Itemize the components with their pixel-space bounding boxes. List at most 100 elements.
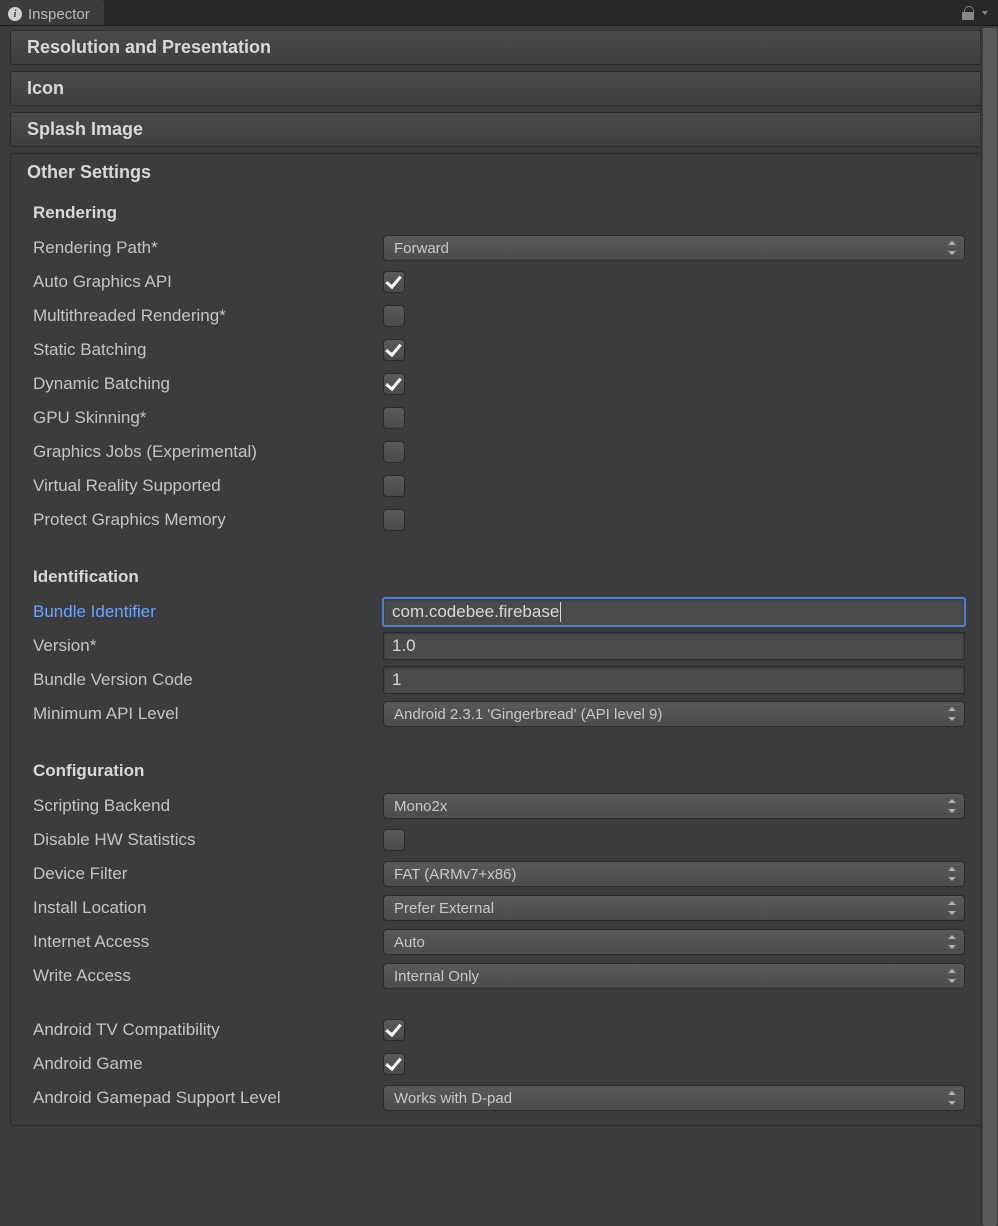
updown-icon xyxy=(948,901,956,915)
select-rendering-path[interactable]: Forward xyxy=(383,235,965,261)
row-auto-graphics-api: Auto Graphics API xyxy=(11,265,987,299)
label-disable-hw-statistics: Disable HW Statistics xyxy=(33,830,383,850)
label-install-location: Install Location xyxy=(33,898,383,918)
input-value: 1.0 xyxy=(392,636,416,656)
row-version: Version* 1.0 xyxy=(11,629,987,663)
label-rendering-path: Rendering Path* xyxy=(33,238,383,258)
select-value: Internal Only xyxy=(394,968,479,985)
section-resolution[interactable]: Resolution and Presentation xyxy=(10,30,988,65)
section-label: Resolution and Presentation xyxy=(27,37,271,57)
row-rendering-path: Rendering Path* Forward xyxy=(11,231,987,265)
section-label: Icon xyxy=(27,78,64,98)
select-internet-access[interactable]: Auto xyxy=(383,929,965,955)
row-dynamic-batching: Dynamic Batching xyxy=(11,367,987,401)
label-vr-supported: Virtual Reality Supported xyxy=(33,476,383,496)
label-auto-graphics-api: Auto Graphics API xyxy=(33,272,383,292)
updown-icon xyxy=(948,935,956,949)
panel-menu-icon[interactable] xyxy=(982,11,988,15)
row-minimum-api-level: Minimum API Level Android 2.3.1 'Gingerb… xyxy=(11,697,987,731)
label-android-tv-compatibility: Android TV Compatibility xyxy=(33,1020,383,1040)
select-value: Mono2x xyxy=(394,798,447,815)
label-dynamic-batching: Dynamic Batching xyxy=(33,374,383,394)
section-splash[interactable]: Splash Image xyxy=(10,112,988,147)
row-multithreaded-rendering: Multithreaded Rendering* xyxy=(11,299,987,333)
label-write-access: Write Access xyxy=(33,966,383,986)
label-protect-memory: Protect Graphics Memory xyxy=(33,510,383,530)
row-graphics-jobs: Graphics Jobs (Experimental) xyxy=(11,435,987,469)
select-device-filter[interactable]: FAT (ARMv7+x86) xyxy=(383,861,965,887)
select-install-location[interactable]: Prefer External xyxy=(383,895,965,921)
group-configuration: Configuration xyxy=(11,751,987,789)
checkbox-auto-graphics-api[interactable] xyxy=(383,271,405,293)
select-value: Auto xyxy=(394,934,425,951)
section-other-settings: Other Settings Rendering Rendering Path*… xyxy=(10,153,988,1126)
row-protect-memory: Protect Graphics Memory xyxy=(11,503,987,537)
tab-title: Inspector xyxy=(28,6,90,23)
checkbox-dynamic-batching[interactable] xyxy=(383,373,405,395)
checkbox-gpu-skinning[interactable] xyxy=(383,407,405,429)
select-gamepad-support-level[interactable]: Works with D-pad xyxy=(383,1085,965,1111)
label-static-batching: Static Batching xyxy=(33,340,383,360)
row-vr-supported: Virtual Reality Supported xyxy=(11,469,987,503)
updown-icon xyxy=(948,1091,956,1105)
group-identification: Identification xyxy=(11,557,987,595)
info-icon: i xyxy=(8,7,22,21)
row-gpu-skinning: GPU Skinning* xyxy=(11,401,987,435)
row-disable-hw-statistics: Disable HW Statistics xyxy=(11,823,987,857)
updown-icon xyxy=(948,241,956,255)
section-icon[interactable]: Icon xyxy=(10,71,988,106)
section-label: Other Settings xyxy=(27,162,151,182)
row-android-tv-compatibility: Android TV Compatibility xyxy=(11,1013,987,1047)
checkbox-graphics-jobs[interactable] xyxy=(383,441,405,463)
scrollbar-thumb[interactable] xyxy=(983,28,997,1226)
panel-options xyxy=(962,0,998,25)
checkbox-vr-supported[interactable] xyxy=(383,475,405,497)
select-minimum-api-level[interactable]: Android 2.3.1 'Gingerbread' (API level 9… xyxy=(383,701,965,727)
section-other-header[interactable]: Other Settings xyxy=(11,154,987,193)
label-internet-access: Internet Access xyxy=(33,932,383,952)
input-bundle-identifier[interactable]: com.codebee.firebase xyxy=(383,598,965,626)
label-gamepad-support-level: Android Gamepad Support Level xyxy=(33,1088,383,1108)
checkbox-static-batching[interactable] xyxy=(383,339,405,361)
row-android-game: Android Game xyxy=(11,1047,987,1081)
updown-icon xyxy=(948,799,956,813)
select-value: Forward xyxy=(394,240,449,257)
row-scripting-backend: Scripting Backend Mono2x xyxy=(11,789,987,823)
label-device-filter: Device Filter xyxy=(33,864,383,884)
select-scripting-backend[interactable]: Mono2x xyxy=(383,793,965,819)
input-value: com.codebee.firebase xyxy=(392,602,559,622)
label-graphics-jobs: Graphics Jobs (Experimental) xyxy=(33,442,383,462)
label-minimum-api-level: Minimum API Level xyxy=(33,704,383,724)
checkbox-disable-hw-statistics[interactable] xyxy=(383,829,405,851)
checkbox-multithreaded-rendering[interactable] xyxy=(383,305,405,327)
row-static-batching: Static Batching xyxy=(11,333,987,367)
input-bundle-version-code[interactable]: 1 xyxy=(383,666,965,694)
label-scripting-backend: Scripting Backend xyxy=(33,796,383,816)
row-write-access: Write Access Internal Only xyxy=(11,959,987,993)
label-gpu-skinning: GPU Skinning* xyxy=(33,408,383,428)
lock-icon[interactable] xyxy=(962,6,974,20)
label-bundle-identifier: Bundle Identifier xyxy=(33,602,383,622)
row-bundle-version-code: Bundle Version Code 1 xyxy=(11,663,987,697)
checkbox-android-game[interactable] xyxy=(383,1053,405,1075)
checkbox-protect-memory[interactable] xyxy=(383,509,405,531)
scrollbar[interactable] xyxy=(980,26,998,1224)
row-device-filter: Device Filter FAT (ARMv7+x86) xyxy=(11,857,987,891)
select-value: Prefer External xyxy=(394,900,494,917)
select-value: Works with D-pad xyxy=(394,1090,512,1107)
text-caret xyxy=(560,602,561,622)
row-install-location: Install Location Prefer External xyxy=(11,891,987,925)
group-rendering: Rendering xyxy=(11,193,987,231)
row-gamepad-support-level: Android Gamepad Support Level Works with… xyxy=(11,1081,987,1115)
updown-icon xyxy=(948,969,956,983)
label-version: Version* xyxy=(33,636,383,656)
select-value: FAT (ARMv7+x86) xyxy=(394,866,516,883)
select-write-access[interactable]: Internal Only xyxy=(383,963,965,989)
label-bundle-version-code: Bundle Version Code xyxy=(33,670,383,690)
input-version[interactable]: 1.0 xyxy=(383,632,965,660)
checkbox-android-tv-compatibility[interactable] xyxy=(383,1019,405,1041)
label-android-game: Android Game xyxy=(33,1054,383,1074)
inspector-tab[interactable]: i Inspector xyxy=(0,0,105,25)
row-bundle-identifier: Bundle Identifier com.codebee.firebase xyxy=(11,595,987,629)
updown-icon xyxy=(948,867,956,881)
